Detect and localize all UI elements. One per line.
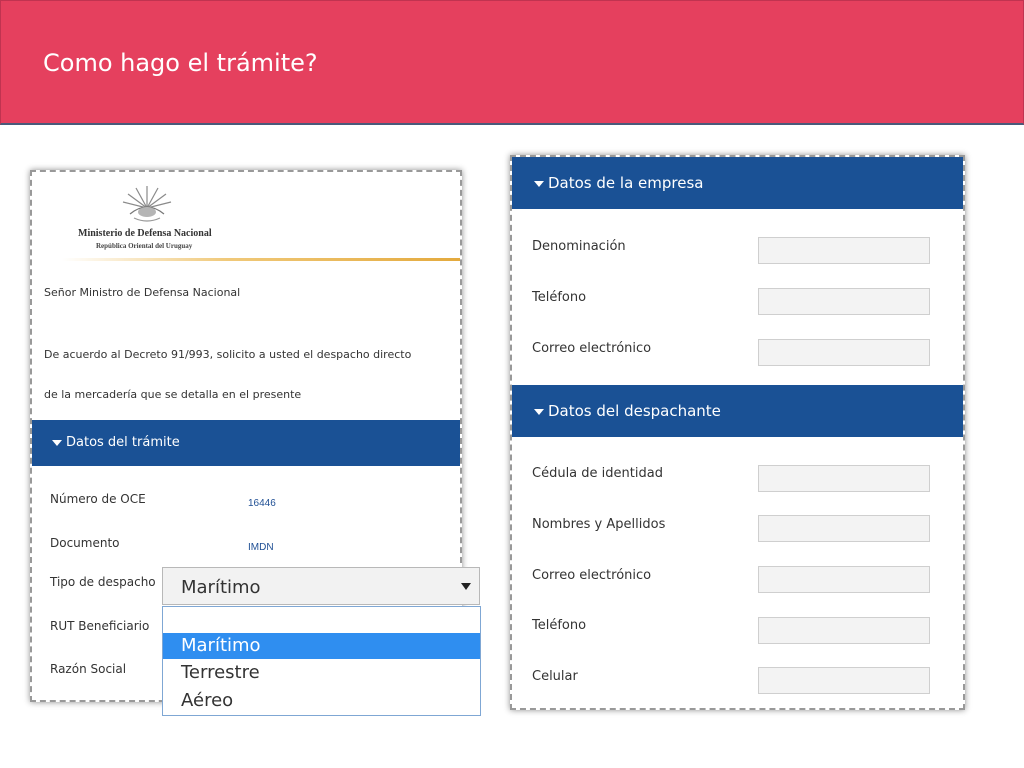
option-maritimo[interactable]: Marítimo	[163, 633, 480, 659]
tipo-despacho-select[interactable]: Marítimo	[162, 567, 480, 605]
chevron-down-icon	[461, 583, 471, 590]
ministry-name: Ministerio de Defensa Nacional	[78, 228, 212, 239]
country-name: República Oriental del Uruguay	[96, 242, 193, 250]
sun-emblem-icon	[122, 186, 172, 222]
company-form-panel: Datos de la empresa Denominación Teléfon…	[510, 155, 965, 710]
section-datos-empresa[interactable]: Datos de la empresa	[512, 157, 963, 209]
title-banner: Como hago el trámite?	[0, 0, 1024, 125]
razon-social-label: Razón Social	[50, 662, 127, 676]
body-text-line-1: De acuerdo al Decreto 91/993, solicito a…	[44, 348, 412, 361]
empresa-telefono-field[interactable]	[758, 288, 930, 315]
select-arrow-button[interactable]	[453, 568, 479, 604]
documento-label: Documento	[50, 536, 120, 550]
nombres-label: Nombres y Apellidos	[532, 517, 666, 532]
empresa-email-field[interactable]	[758, 339, 930, 366]
nombres-field[interactable]	[758, 515, 930, 542]
caret-down-icon	[534, 408, 544, 415]
celular-label: Celular	[532, 669, 578, 684]
cedula-label: Cédula de identidad	[532, 466, 663, 481]
despachante-email-field[interactable]	[758, 566, 930, 593]
cedula-field[interactable]	[758, 465, 930, 492]
caret-down-icon	[534, 180, 544, 187]
option-aereo[interactable]: Aéreo	[163, 688, 480, 714]
section-title: Datos del trámite	[66, 435, 180, 450]
select-value: Marítimo	[181, 577, 261, 598]
empresa-telefono-label: Teléfono	[532, 290, 587, 305]
section-title: Datos de la empresa	[548, 174, 704, 192]
oce-value: 16446	[248, 498, 276, 509]
documento-value: IMDN	[248, 542, 274, 553]
celular-field[interactable]	[758, 667, 930, 694]
rut-label: RUT Beneficiario	[50, 619, 150, 633]
denominacion-label: Denominación	[532, 239, 626, 254]
despachante-telefono-field[interactable]	[758, 617, 930, 644]
tipo-despacho-options: Marítimo Terrestre Aéreo	[162, 606, 481, 716]
denominacion-field[interactable]	[758, 237, 930, 264]
ministry-logo: Ministerio de Defensa Nacional República…	[46, 180, 460, 261]
tipo-despacho-label: Tipo de despacho	[50, 575, 156, 589]
caret-down-icon	[52, 439, 62, 446]
greeting-text: Señor Ministro de Defensa Nacional	[44, 286, 241, 299]
despachante-telefono-label: Teléfono	[532, 618, 587, 633]
oce-label: Número de OCE	[50, 492, 146, 506]
section-datos-tramite[interactable]: Datos del trámite	[32, 420, 460, 466]
logo-divider	[62, 258, 460, 261]
empresa-email-label: Correo electrónico	[532, 341, 652, 356]
despachante-email-label: Correo electrónico	[532, 568, 652, 583]
option-terrestre[interactable]: Terrestre	[163, 660, 480, 686]
section-title: Datos del despachante	[548, 402, 721, 420]
section-datos-despachante[interactable]: Datos del despachante	[512, 385, 963, 437]
page-title: Como hago el trámite?	[43, 49, 318, 77]
body-text-line-2: de la mercadería que se detalla en el pr…	[44, 388, 302, 401]
